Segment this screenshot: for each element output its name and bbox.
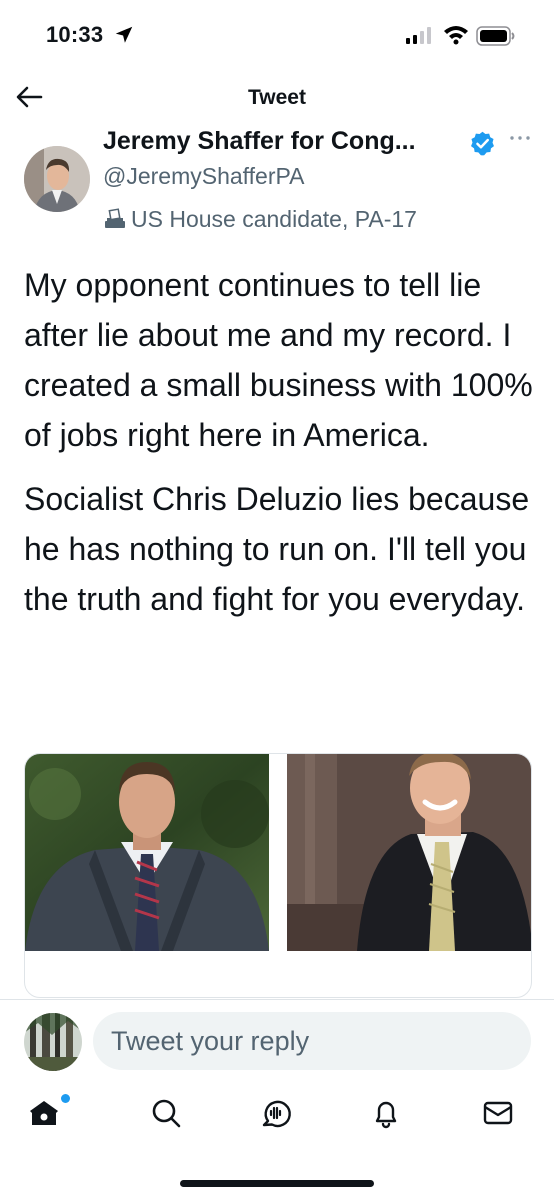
home-notification-dot: [61, 1094, 70, 1103]
tweet-text: My opponent continues to tell lie after …: [24, 260, 534, 638]
battery-icon: [476, 26, 515, 46]
search-icon: [152, 1099, 181, 1128]
author-handle[interactable]: @JeremyShafferPA: [103, 163, 304, 190]
wifi-icon: [444, 26, 468, 45]
home-indicator: [180, 1180, 374, 1187]
photo-left[interactable]: [25, 754, 269, 951]
tab-home[interactable]: [26, 1095, 62, 1131]
verified-badge-icon: [471, 131, 494, 156]
more-options-icon[interactable]: [508, 128, 532, 148]
reply-input[interactable]: [93, 1012, 531, 1070]
candidate-label-row: US House candidate, PA-17: [103, 204, 417, 234]
tweet-paragraph: My opponent continues to tell lie after …: [24, 267, 533, 453]
ballot-box-icon: [105, 208, 125, 228]
tab-notifications[interactable]: [368, 1095, 404, 1131]
tab-spaces[interactable]: [258, 1095, 294, 1131]
cellular-signal-icon: [406, 27, 431, 44]
tweet-header: Tweet: [0, 72, 554, 126]
divider: [0, 999, 554, 1000]
home-icon: [30, 1101, 58, 1125]
notifications-icon: [375, 1101, 397, 1129]
location-arrow-icon: [115, 26, 133, 43]
page-title: Tweet: [248, 86, 306, 109]
photo-right[interactable]: [287, 754, 531, 951]
candidate-label: US House candidate, PA-17: [131, 205, 417, 232]
author-display-name[interactable]: Jeremy Shaffer for Cong...: [103, 127, 416, 156]
media-card[interactable]: [24, 753, 532, 998]
author-avatar[interactable]: [24, 146, 90, 212]
status-bar: 10:33: [0, 0, 554, 64]
tab-messages[interactable]: [480, 1095, 516, 1131]
tab-search[interactable]: [148, 1095, 184, 1131]
spaces-icon: [262, 1100, 291, 1128]
user-avatar[interactable]: [24, 1013, 82, 1071]
tweet-paragraph: Socialist Chris Deluzio lies because he …: [24, 481, 530, 617]
status-time: 10:33: [46, 22, 104, 47]
messages-icon: [483, 1101, 513, 1125]
